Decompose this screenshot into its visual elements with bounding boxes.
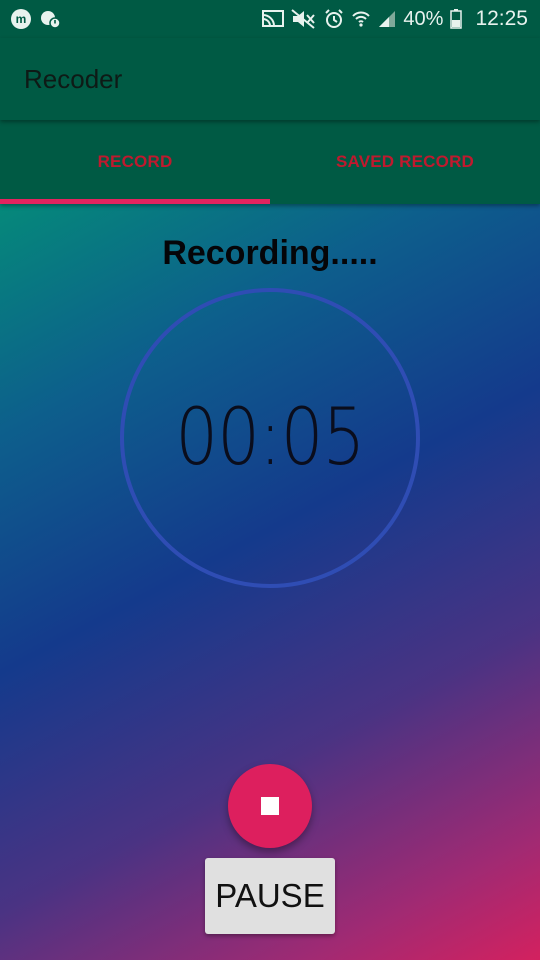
timer-value: 00:05 [175,393,365,483]
tab-bar: RECORD SAVED RECORD [0,120,540,204]
messenger-icon: m [10,8,32,30]
signal-icon [378,10,396,28]
alarm-icon [324,9,344,29]
tab-indicator [0,199,270,204]
notification-icon [39,8,61,30]
stop-button[interactable] [228,764,312,848]
app-title: Recoder [24,63,123,94]
cast-icon [262,10,285,28]
svg-text:m: m [16,12,27,26]
tab-record-label: RECORD [97,152,173,171]
status-bar: m 40% 12:25 [0,0,540,38]
mute-icon [291,9,317,29]
app-bar: Recoder [0,38,540,120]
recording-status: Recording..... [162,234,378,272]
status-time: 12:25 [475,7,528,30]
tab-record[interactable]: RECORD [0,120,270,204]
wifi-icon [351,9,371,29]
recorder-panel: Recording..... 00:05 PAUSE [0,204,540,960]
battery-percent: 40% [403,7,444,30]
status-bar-left: m [10,8,61,30]
tab-saved-record-label: SAVED RECORD [335,152,475,171]
tab-saved-record[interactable]: SAVED RECORD [270,120,540,204]
battery-icon [450,9,463,29]
stop-icon [261,797,279,815]
timer-circle: 00:05 [120,288,420,588]
pause-button[interactable]: PAUSE [205,858,335,934]
status-bar-right: 40% 12:25 [262,7,528,31]
